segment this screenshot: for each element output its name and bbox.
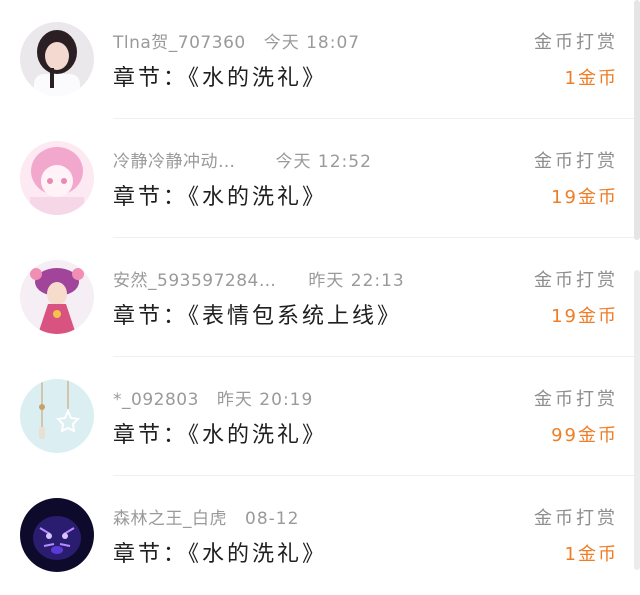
reward-type-label: 金币打赏 <box>534 32 618 53</box>
user-avatar-anime-pink-icon[interactable] <box>20 141 94 215</box>
username[interactable]: 冷静冷静冲动… <box>113 152 236 172</box>
reward-amount: 1金币 <box>564 544 618 565</box>
reward-amount: 1金币 <box>564 68 618 89</box>
user-avatar-tiger-icon[interactable] <box>20 498 94 572</box>
user-avatar-portrait-icon[interactable] <box>20 22 94 96</box>
chapter-title[interactable]: 章节：《表情包系统上线》 <box>113 298 402 330</box>
reward-type-label: 金币打赏 <box>534 389 618 410</box>
timestamp: 昨天 22:13 <box>308 271 405 291</box>
username[interactable]: Tlna贺_707360 <box>113 33 246 53</box>
list-item[interactable]: 安然_593597284… 昨天 22:13 章节：《表情包系统上线》 金币打赏 … <box>0 238 640 357</box>
scrollbar[interactable] <box>634 0 640 240</box>
record-meta: 冷静冷静冲动… 今天 12:52 <box>113 147 372 172</box>
list-item[interactable]: *_092803 昨天 20:19 章节：《水的洗礼》 金币打赏 99金币 <box>0 357 640 476</box>
reward-type-label: 金币打赏 <box>534 270 618 291</box>
record-meta: 安然_593597284… 昨天 22:13 <box>113 266 405 291</box>
record-meta: 森林之王_白虎 08-12 <box>113 504 299 529</box>
username[interactable]: *_092803 <box>113 390 199 410</box>
scrollbar-track[interactable] <box>634 270 640 570</box>
user-avatar-star-chime-icon[interactable] <box>20 379 94 453</box>
chapter-title[interactable]: 章节：《水的洗礼》 <box>113 179 327 211</box>
timestamp: 08-12 <box>245 509 300 529</box>
reward-amount: 99金币 <box>551 425 618 446</box>
record-meta: *_092803 昨天 20:19 <box>113 385 313 410</box>
reward-amount: 19金币 <box>551 187 618 208</box>
timestamp: 今天 18:07 <box>263 33 361 53</box>
user-avatar-anime-purple-icon[interactable] <box>20 260 94 334</box>
reward-type-label: 金币打赏 <box>534 508 618 529</box>
reward-amount: 19金币 <box>551 306 618 327</box>
chapter-title[interactable]: 章节：《水的洗礼》 <box>113 417 327 449</box>
timestamp: 今天 12:52 <box>275 152 372 172</box>
timestamp: 昨天 20:19 <box>216 390 314 410</box>
record-meta: Tlna贺_707360 今天 18:07 <box>113 28 360 53</box>
list-item[interactable]: 森林之王_白虎 08-12 章节：《水的洗礼》 金币打赏 1金币 <box>0 476 640 595</box>
chapter-title[interactable]: 章节：《水的洗礼》 <box>113 536 327 568</box>
chapter-title[interactable]: 章节：《水的洗礼》 <box>113 60 327 92</box>
reward-record-list: Tlna贺_707360 今天 18:07 章节：《水的洗礼》 金币打赏 1金币 … <box>0 0 640 595</box>
reward-type-label: 金币打赏 <box>534 151 618 172</box>
username[interactable]: 森林之王_白虎 <box>113 509 227 529</box>
username[interactable]: 安然_593597284… <box>113 271 276 291</box>
list-item[interactable]: 冷静冷静冲动… 今天 12:52 章节：《水的洗礼》 金币打赏 19金币 <box>0 119 640 238</box>
list-item[interactable]: Tlna贺_707360 今天 18:07 章节：《水的洗礼》 金币打赏 1金币 <box>0 0 640 119</box>
